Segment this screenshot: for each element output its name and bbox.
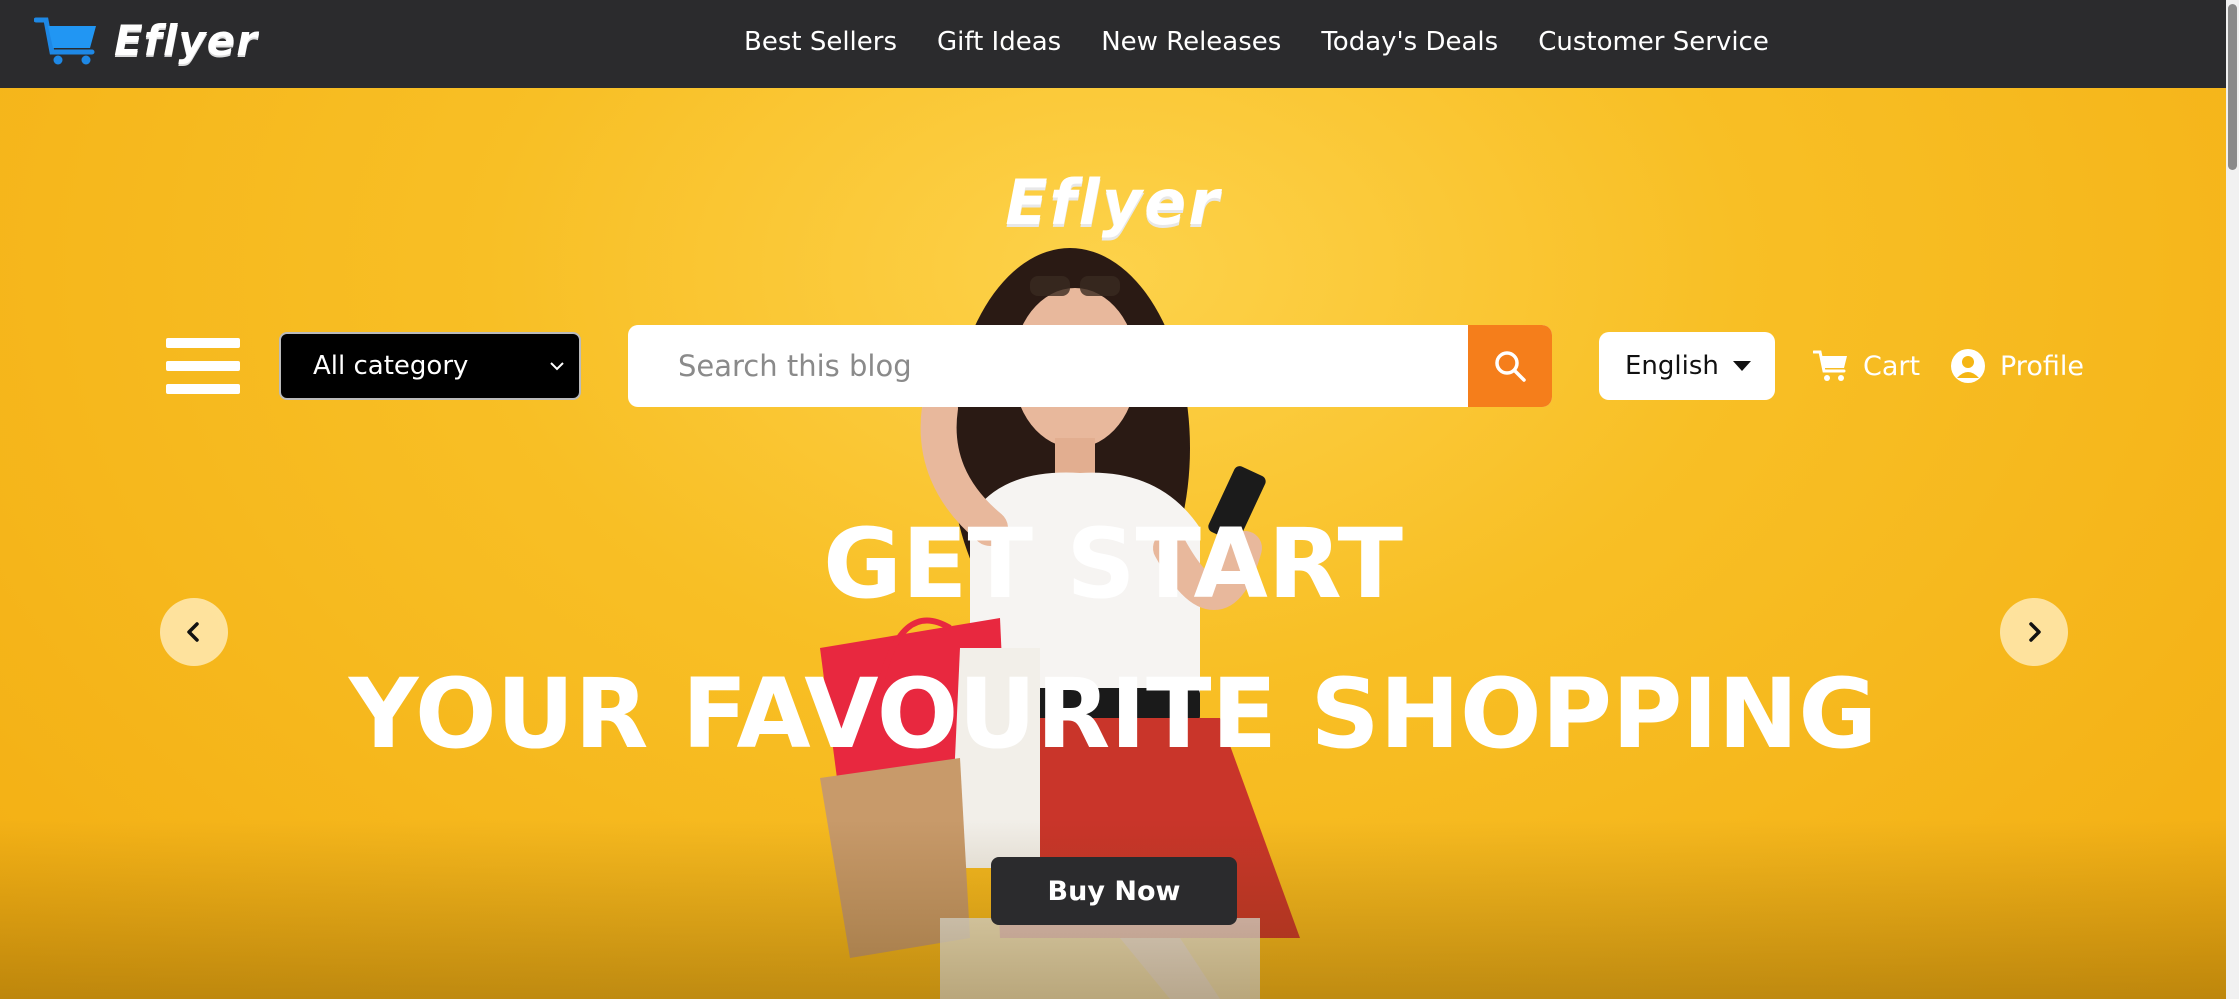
category-select-value: All category [313,351,469,381]
search-input[interactable] [628,325,1468,407]
hero-headline-line2: YOUR FAVOURITE SHOPPING [348,658,1878,770]
category-select[interactable]: All category [279,332,581,400]
top-navbar: Eflyer Best Sellers Gift Ideas New Relea… [0,0,2226,88]
profile-link[interactable]: Profile [1950,338,2084,394]
cart-icon [1813,350,1847,381]
search-bar [628,325,1552,407]
chevron-left-icon [187,622,199,642]
nav-gift-ideas[interactable]: Gift Ideas [937,22,1061,62]
search-button[interactable] [1468,325,1552,407]
search-icon [1495,351,1526,382]
brand-logo[interactable]: Eflyer [34,14,258,66]
language-value: English [1625,351,1719,381]
user-icon [1951,349,1985,383]
carousel-prev-button[interactable] [160,598,228,666]
nav-best-sellers[interactable]: Best Sellers [744,22,897,62]
page-scrollbar[interactable] [2226,0,2239,999]
scrollbar-thumb[interactable] [2228,4,2237,170]
nav-todays-deals[interactable]: Today's Deals [1321,22,1498,62]
hero-banner: Eflyer All category English C [0,88,2226,999]
chevron-right-icon [2029,622,2041,642]
buy-now-button[interactable]: Buy Now [991,857,1237,925]
language-dropdown[interactable]: English [1599,332,1775,400]
shopping-cart-icon [34,17,96,65]
chevron-down-icon [550,362,564,371]
nav-customer-service[interactable]: Customer Service [1538,22,1769,62]
nav-new-releases[interactable]: New Releases [1101,22,1281,62]
brand-name: Eflyer [114,15,258,65]
hamburger-menu-icon[interactable] [166,338,240,394]
cart-link[interactable]: Cart [1813,338,1920,394]
hero-logo: Eflyer [1005,166,1221,239]
profile-label: Profile [2000,350,2084,382]
main-nav: Best Sellers Gift Ideas New Releases Tod… [744,22,1769,62]
hero-headline-line1: GET START [823,508,1403,620]
carousel-next-button[interactable] [2000,598,2068,666]
cart-label: Cart [1863,350,1921,382]
caret-down-icon [1732,361,1751,371]
